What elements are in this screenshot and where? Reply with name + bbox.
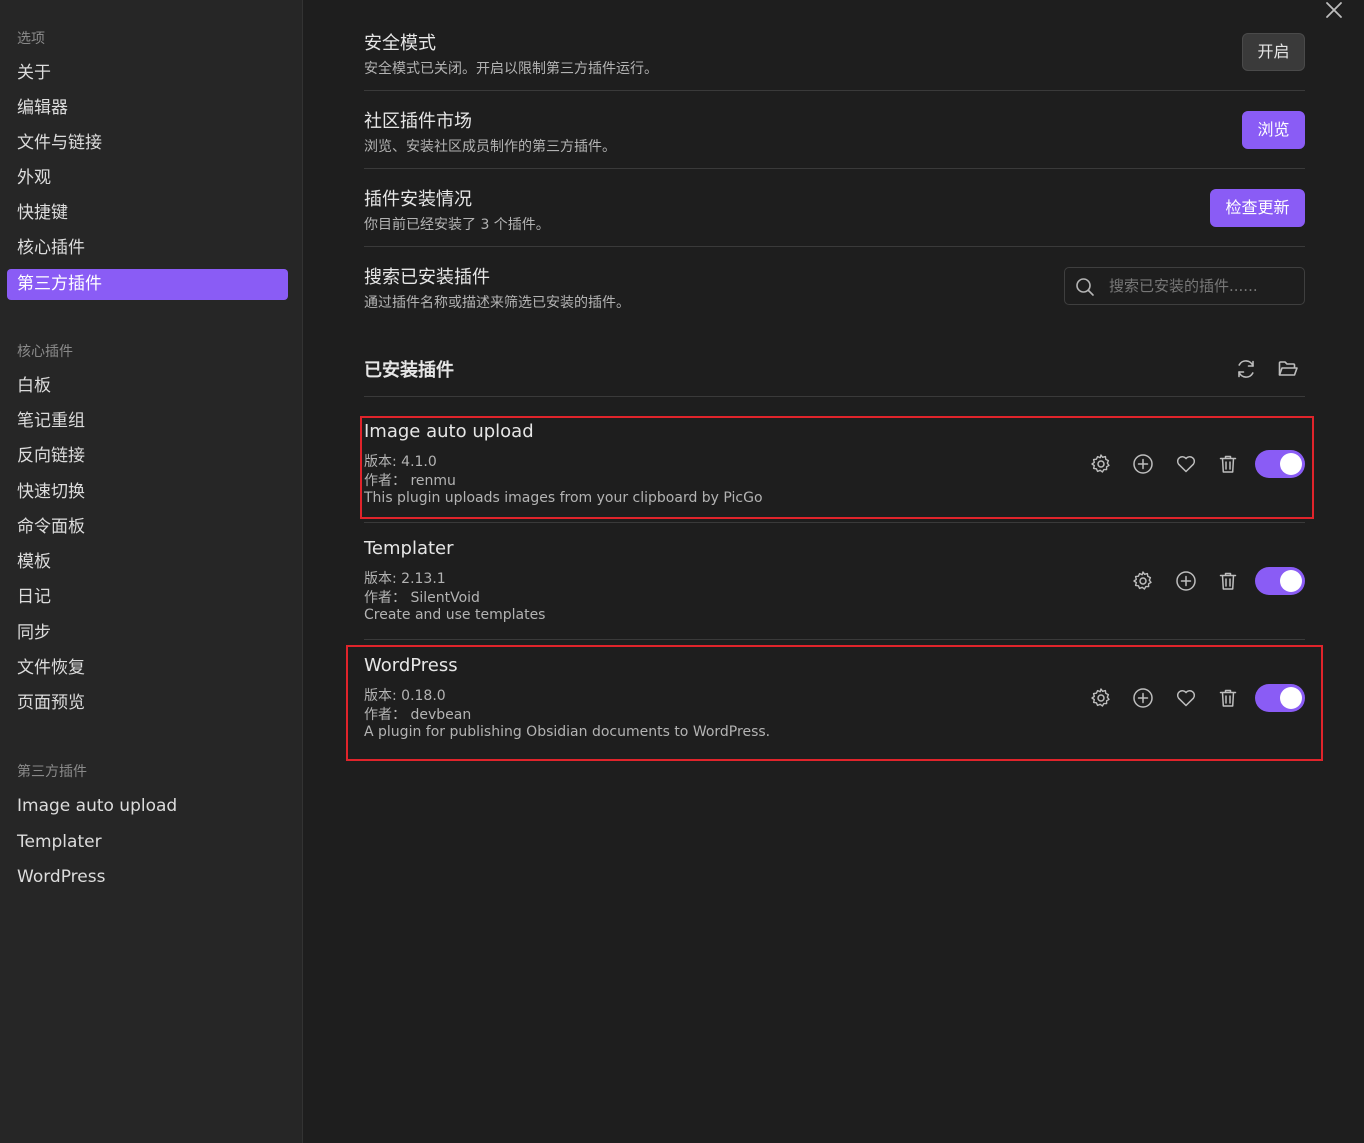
gear-icon[interactable] [1090,687,1112,709]
divider [364,246,1305,247]
plugin-enable-toggle[interactable] [1255,684,1305,712]
plugin-author: 作者： devbean [364,707,472,723]
plugin-description: Create and use templates [364,607,546,623]
folder-open-icon[interactable] [1277,358,1299,380]
plus-circle-icon[interactable] [1132,453,1154,475]
plugin-description: This plugin uploads images from your cli… [364,490,763,506]
check-updates-button[interactable]: 检查更新 [1210,189,1305,227]
sidebar-item-appearance[interactable]: 外观 [7,163,288,194]
safe-mode-enable-button[interactable]: 开启 [1242,33,1305,71]
plugin-author: 作者： SilentVoid [364,590,480,606]
trash-icon[interactable] [1217,570,1239,592]
divider [364,639,1305,640]
community-desc: 浏览、安装社区成员制作的第三方插件。 [364,139,616,155]
sidebar-heading-third-party: 第三方插件 [17,764,87,780]
sidebar-item-note-composer[interactable]: 笔记重组 [7,406,288,437]
divider [364,522,1305,523]
sidebar-item-editor[interactable]: 编辑器 [7,93,288,124]
trash-icon[interactable] [1217,687,1239,709]
plugin-version: 版本: 2.13.1 [364,571,446,587]
plugin-description: A plugin for publishing Obsidian documen… [364,724,771,740]
plugin-name: Image auto upload [364,421,534,442]
gear-icon[interactable] [1132,570,1154,592]
plus-circle-icon[interactable] [1175,570,1197,592]
browse-button[interactable]: 浏览 [1242,111,1305,149]
divider [364,90,1305,91]
sidebar-item-backlinks[interactable]: 反向链接 [7,441,288,472]
reload-icon[interactable] [1235,358,1257,380]
install-status-desc: 你目前已经安装了 3 个插件。 [364,217,550,233]
sidebar-item-daily-notes[interactable]: 日记 [7,582,288,613]
sidebar-item-image-auto-upload[interactable]: Image auto upload [7,791,288,822]
gear-icon[interactable] [1090,453,1112,475]
search-box[interactable] [1064,267,1305,305]
installed-plugins-title: 已安装插件 [364,360,454,381]
sidebar-item-file-recovery[interactable]: 文件恢复 [7,653,288,684]
plugin-name: WordPress [364,655,458,676]
plugin-version: 版本: 0.18.0 [364,688,446,704]
sidebar-item-hotkeys[interactable]: 快捷键 [7,198,288,229]
toggle-knob [1280,453,1302,475]
settings-sidebar: 选项 关于 编辑器 文件与链接 外观 快捷键 核心插件 第三方插件 核心插件 白… [0,0,303,1143]
toggle-knob [1280,570,1302,592]
divider [364,396,1305,397]
plugin-enable-toggle[interactable] [1255,450,1305,478]
sidebar-item-quick-switcher[interactable]: 快速切换 [7,477,288,508]
sidebar-item-sync[interactable]: 同步 [7,618,288,649]
sidebar-item-templates[interactable]: 模板 [7,547,288,578]
divider [364,168,1305,169]
search-title: 搜索已安装插件 [364,267,490,288]
safe-mode-desc: 安全模式已关闭。开启以限制第三方插件运行。 [364,61,658,77]
plugin-enable-toggle[interactable] [1255,567,1305,595]
sidebar-item-core-plugins[interactable]: 核心插件 [7,233,288,264]
sidebar-heading-options: 选项 [17,31,45,47]
search-input[interactable] [1109,268,1297,304]
heart-icon[interactable] [1175,687,1197,709]
plus-circle-icon[interactable] [1132,687,1154,709]
plugin-name: Templater [364,538,454,559]
community-title: 社区插件市场 [364,111,472,132]
install-status-title: 插件安装情况 [364,189,472,210]
sidebar-item-community-plugins[interactable]: 第三方插件 [7,269,288,300]
search-desc: 通过插件名称或描述来筛选已安装的插件。 [364,295,630,311]
search-icon [1075,277,1095,297]
plugin-author: 作者： renmu [364,473,456,489]
safe-mode-title: 安全模式 [364,33,436,54]
sidebar-item-command-palette[interactable]: 命令面板 [7,512,288,543]
sidebar-item-canvas[interactable]: 白板 [7,371,288,402]
sidebar-item-wordpress[interactable]: WordPress [7,862,288,893]
trash-icon[interactable] [1217,453,1239,475]
sidebar-item-templater[interactable]: Templater [7,827,288,858]
heart-icon[interactable] [1175,453,1197,475]
toggle-knob [1280,687,1302,709]
sidebar-item-page-preview[interactable]: 页面预览 [7,688,288,719]
sidebar-heading-core: 核心插件 [17,344,73,360]
plugin-version: 版本: 4.1.0 [364,454,437,470]
sidebar-item-files-links[interactable]: 文件与链接 [7,128,288,159]
settings-content: 安全模式 安全模式已关闭。开启以限制第三方插件运行。 开启 社区插件市场 浏览、… [304,0,1364,1143]
sidebar-item-about[interactable]: 关于 [7,58,288,89]
